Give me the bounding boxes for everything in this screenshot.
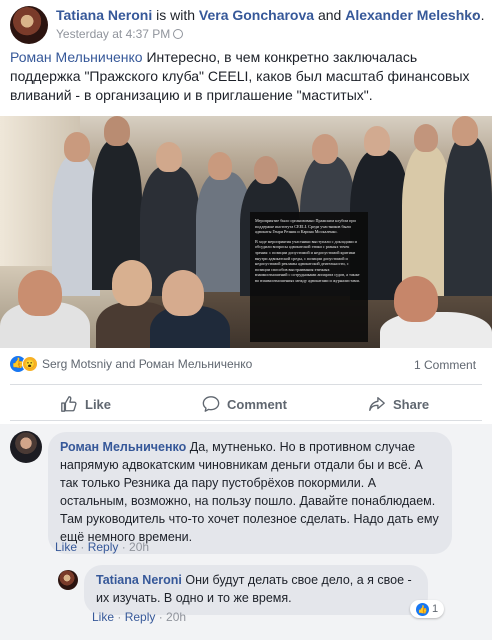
photo-person-head <box>156 142 182 172</box>
meta-separator: · <box>155 610 167 624</box>
commenter-avatar[interactable] <box>10 431 42 463</box>
comment-like-link[interactable]: Like <box>55 540 77 554</box>
timestamp-text[interactable]: Yesterday at 4:37 PM <box>56 27 170 41</box>
photo-person-head <box>112 260 152 306</box>
reply-avatar[interactable] <box>58 570 78 590</box>
comment-author[interactable]: Роман Мельниченко <box>60 440 186 454</box>
reply-meta: Like · Reply · 20h <box>92 610 186 624</box>
photo-person-head <box>104 116 130 146</box>
meta-separator: · <box>77 540 88 554</box>
photo-person-head <box>414 124 438 152</box>
author-line: Tatiana Neroni is with Vera Goncharova a… <box>56 7 484 23</box>
comment-button[interactable]: Comment <box>202 392 287 416</box>
wow-reaction-icon: 😮 <box>22 356 38 372</box>
share-arrow-icon <box>369 397 385 411</box>
like-button[interactable]: Like <box>60 392 111 416</box>
reply-reaction-badge[interactable]: 👍 1 <box>410 600 444 618</box>
with-text: is with <box>152 7 199 23</box>
reaction-names[interactable]: Serg Motsniy and Роман Мельниченко <box>42 357 252 371</box>
reply-age[interactable]: 20h <box>166 610 186 624</box>
photo-person-head <box>312 134 338 164</box>
thumbs-up-icon <box>61 396 77 412</box>
comment-label: Comment <box>227 396 287 412</box>
post-timestamp[interactable]: Yesterday at 4:37 PM <box>56 27 184 41</box>
author-avatar[interactable] <box>10 6 48 44</box>
photo-person-head <box>162 270 204 316</box>
divider <box>10 384 482 385</box>
photo-person-head <box>394 276 438 322</box>
comment-bubble: Роман Мельниченко Да, мутненько. Но в пр… <box>48 432 452 554</box>
share-button[interactable]: Share <box>368 392 429 416</box>
reply-reply-link[interactable]: Reply <box>125 610 156 624</box>
comment-age[interactable]: 20h <box>129 540 149 554</box>
period: . <box>480 7 485 23</box>
comment-text: Да, мутненько. Но в противном случае нап… <box>60 440 439 544</box>
reply-author[interactable]: Tatiana Neroni <box>96 573 182 587</box>
photo-person-head <box>64 132 90 162</box>
and-text: and <box>314 7 346 23</box>
post-text: Роман Мельниченко Интересно, в чем конкр… <box>10 48 480 105</box>
share-label: Share <box>393 396 430 412</box>
meta-separator: · <box>118 540 130 554</box>
comment-meta: Like · Reply · 20h <box>55 540 149 554</box>
comment-reply-link[interactable]: Reply <box>88 540 119 554</box>
overlay-paragraph-2: В ходе мероприятия участники выступали с… <box>255 238 360 283</box>
photo-person <box>380 312 492 348</box>
tagged-person-1[interactable]: Vera Goncharova <box>199 7 314 23</box>
author-name[interactable]: Tatiana Neroni <box>56 7 152 23</box>
like-label: Like <box>85 396 112 412</box>
reactions-summary[interactable]: 👍😮 Serg Motsniy and Роман Мельниченко <box>10 356 252 376</box>
more-options-button[interactable]: ··· <box>460 6 479 24</box>
like-reaction-icon: 👍 <box>415 602 429 616</box>
comment-count[interactable]: 1 Comment <box>414 358 476 372</box>
post-header: Tatiana Neroni is with Vera Goncharova a… <box>0 0 492 44</box>
reply-reaction-count: 1 <box>431 603 439 615</box>
globe-icon <box>173 29 184 39</box>
comment-bubble-icon <box>202 396 220 412</box>
photo-person-head <box>208 152 232 180</box>
divider <box>10 420 482 421</box>
photo-person-head <box>452 116 478 146</box>
photo-caption-overlay: Мероприятие было организовано Пражским к… <box>250 212 368 342</box>
photo-person-head <box>364 126 390 156</box>
photo-person <box>444 136 492 296</box>
reply-like-link[interactable]: Like <box>92 610 114 624</box>
post-mention[interactable]: Роман Мельниченко <box>10 49 143 65</box>
overlay-paragraph-1: Мероприятие было организовано Пражским к… <box>255 218 356 235</box>
reply-bubble: Tatiana Neroni Они будут делать свое дел… <box>84 565 428 615</box>
photo-person-head <box>18 270 62 316</box>
photo-person-head <box>254 156 278 184</box>
post-photo[interactable]: Мероприятие было организовано Пражским к… <box>0 116 492 348</box>
meta-separator: · <box>114 610 125 624</box>
